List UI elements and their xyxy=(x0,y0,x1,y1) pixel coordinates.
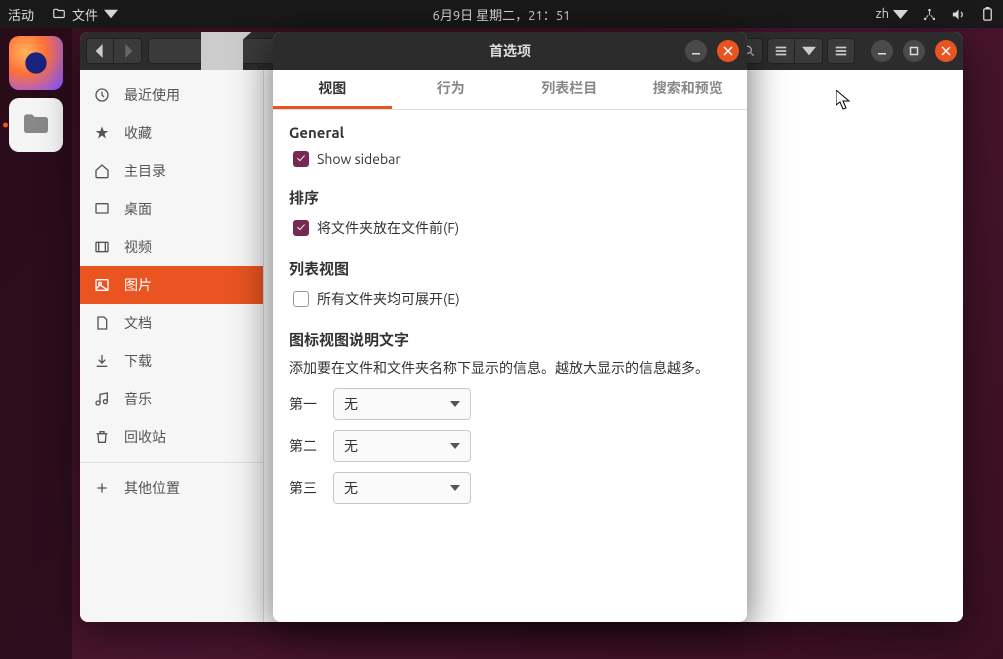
sidebar-item-starred[interactable]: 收藏 xyxy=(80,114,263,152)
minimize-button[interactable] xyxy=(871,40,893,62)
minimize-icon xyxy=(691,46,701,56)
hamburger-menu-button[interactable] xyxy=(827,38,855,64)
sidebar-item-trash[interactable]: 回收站 xyxy=(80,418,263,456)
image-icon xyxy=(94,277,110,293)
folder-icon xyxy=(52,7,66,21)
trash-icon xyxy=(94,429,110,445)
chevron-down-icon xyxy=(893,7,908,22)
sidebar-item-other[interactable]: 其他位置 xyxy=(80,469,263,507)
prefs-title: 首选项 xyxy=(489,41,531,61)
dock-firefox[interactable] xyxy=(9,36,63,90)
sidebar-item-videos[interactable]: 视频 xyxy=(80,228,263,266)
show-sidebar-checkbox[interactable] xyxy=(293,151,309,167)
prefs-close-button[interactable] xyxy=(717,40,739,62)
fm-sidebar: 最近使用 收藏 主目录 桌面 视频 图片 文档 下载 音乐 回收站 其他位置 xyxy=(80,70,264,622)
captions-desc: 添加要在文件和文件夹名称下显示的信息。越放大显示的信息越多。 xyxy=(289,358,731,378)
clock[interactable]: 6月9日 星期二，21：51 xyxy=(433,5,571,24)
app-menu[interactable]: 文件 xyxy=(52,5,118,24)
app-menu-label: 文件 xyxy=(72,5,98,24)
menu-icon xyxy=(834,44,848,58)
ime-indicator[interactable]: zh xyxy=(876,7,908,22)
prefs-content: General Show sidebar 排序 将文件夹放在文件前(F) 列表视… xyxy=(273,110,747,536)
chevron-down-icon xyxy=(104,7,118,21)
sidebar-item-pictures[interactable]: 图片 xyxy=(80,266,263,304)
expand-all-label: 所有文件夹均可展开(E) xyxy=(317,289,460,309)
chevron-down-icon xyxy=(450,399,460,409)
tab-list-columns[interactable]: 列表栏目 xyxy=(510,70,629,109)
music-icon xyxy=(94,391,110,407)
folders-first-checkbox[interactable] xyxy=(293,220,309,236)
caption-row-3: 第三 无 xyxy=(289,472,731,504)
caption-row-1: 第一 无 xyxy=(289,388,731,420)
close-button[interactable] xyxy=(935,40,957,62)
firefox-icon xyxy=(20,47,52,79)
sidebar-separator xyxy=(80,462,263,463)
plus-icon xyxy=(94,480,110,496)
desktop-icon xyxy=(94,201,110,217)
download-icon xyxy=(94,353,110,369)
caption-combo-1[interactable]: 无 xyxy=(333,388,471,420)
sort-heading: 排序 xyxy=(289,187,731,208)
home-icon xyxy=(94,163,110,179)
sidebar-item-music[interactable]: 音乐 xyxy=(80,380,263,418)
maximize-button[interactable] xyxy=(903,40,925,62)
sidebar-item-recent[interactable]: 最近使用 xyxy=(80,76,263,114)
tab-view[interactable]: 视图 xyxy=(273,70,392,109)
close-icon xyxy=(941,46,951,56)
folders-first-label: 将文件夹放在文件前(F) xyxy=(317,218,459,238)
chevron-down-icon xyxy=(802,44,816,58)
captions-heading: 图标视图说明文字 xyxy=(289,329,731,350)
expand-all-checkbox[interactable] xyxy=(293,291,309,307)
activities-button[interactable]: 活动 xyxy=(8,5,34,24)
prefs-titlebar[interactable]: 首选项 xyxy=(273,32,747,70)
caption-combo-2[interactable]: 无 xyxy=(333,430,471,462)
dock-files[interactable] xyxy=(9,98,63,152)
prefs-minimize-button[interactable] xyxy=(685,40,707,62)
prefs-tabs: 视图 行为 列表栏目 搜索和预览 xyxy=(273,70,747,110)
battery-icon[interactable] xyxy=(980,7,995,22)
preferences-dialog: 首选项 视图 行为 列表栏目 搜索和预览 General Show sideba… xyxy=(273,32,747,622)
caption-label-1: 第一 xyxy=(289,394,319,414)
back-button[interactable] xyxy=(86,38,114,64)
view-dropdown-button[interactable] xyxy=(795,38,823,64)
sidebar-item-desktop[interactable]: 桌面 xyxy=(80,190,263,228)
forward-button[interactable] xyxy=(114,38,142,64)
sidebar-item-documents[interactable]: 文档 xyxy=(80,304,263,342)
show-sidebar-row[interactable]: Show sidebar xyxy=(289,149,731,169)
tab-search-preview[interactable]: 搜索和预览 xyxy=(629,70,748,109)
maximize-icon xyxy=(909,46,919,56)
expand-all-row[interactable]: 所有文件夹均可展开(E) xyxy=(289,287,731,311)
general-heading: General xyxy=(289,124,731,141)
files-icon xyxy=(20,109,52,141)
sidebar-item-downloads[interactable]: 下载 xyxy=(80,342,263,380)
caption-label-2: 第二 xyxy=(289,436,319,456)
caption-label-3: 第三 xyxy=(289,478,319,498)
video-icon xyxy=(94,239,110,255)
close-icon xyxy=(723,46,733,56)
list-icon xyxy=(774,44,788,58)
top-panel: 活动 文件 6月9日 星期二，21：51 zh xyxy=(0,0,1003,28)
chevron-down-icon xyxy=(450,441,460,451)
star-icon xyxy=(94,125,110,141)
caption-combo-3[interactable]: 无 xyxy=(333,472,471,504)
minimize-icon xyxy=(877,46,887,56)
chevron-right-icon xyxy=(121,44,135,58)
view-list-button[interactable] xyxy=(767,38,795,64)
tab-behavior[interactable]: 行为 xyxy=(392,70,511,109)
document-icon xyxy=(94,315,110,331)
clock-icon xyxy=(94,87,110,103)
listview-heading: 列表视图 xyxy=(289,258,731,279)
dock xyxy=(0,28,72,659)
show-sidebar-label: Show sidebar xyxy=(317,151,401,167)
network-icon[interactable] xyxy=(922,7,937,22)
chevron-left-icon xyxy=(93,44,107,58)
volume-icon[interactable] xyxy=(951,7,966,22)
sidebar-item-home[interactable]: 主目录 xyxy=(80,152,263,190)
caption-row-2: 第二 无 xyxy=(289,430,731,462)
chevron-down-icon xyxy=(450,483,460,493)
folders-first-row[interactable]: 将文件夹放在文件前(F) xyxy=(289,216,731,240)
